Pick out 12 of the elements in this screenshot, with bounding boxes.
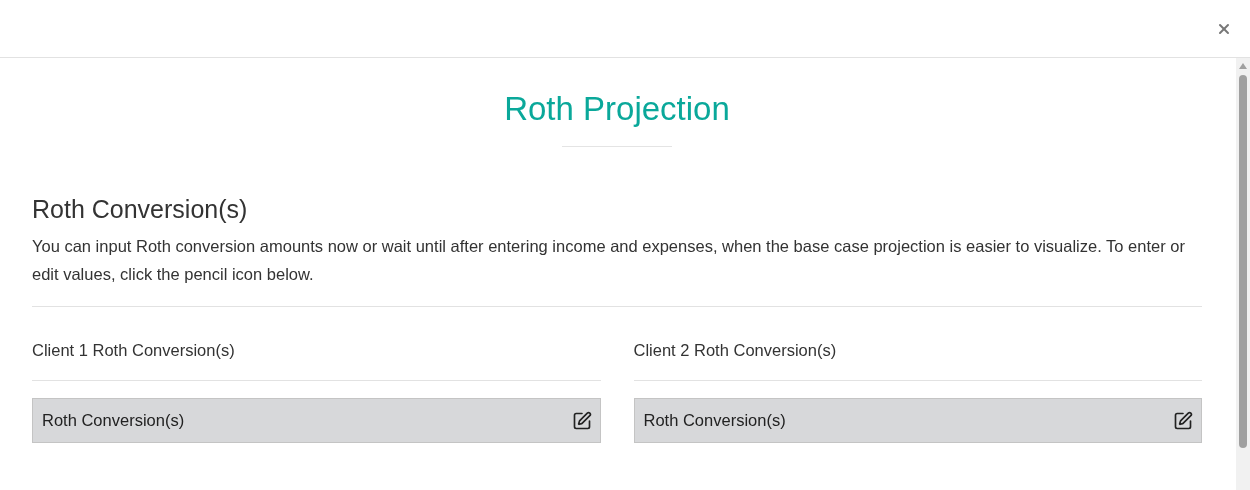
scrollbar[interactable] <box>1236 58 1250 490</box>
row-label: Roth Conversion(s) <box>42 411 185 430</box>
section-heading: Roth Conversion(s) <box>32 195 249 224</box>
client-label: Client 1 Roth Conversion(s) <box>32 341 601 381</box>
edit-button[interactable] <box>1173 410 1193 431</box>
section-description: You can input Roth conversion amounts now or wait until after entering income and expenses, when the base case projection is easier to visualize. To enter or edit values, click the pencil icon below. <box>32 236 1186 285</box>
client-label: Client 2 Roth Conversion(s) <box>633 341 1202 381</box>
row-label: Roth Conversion(s) <box>643 411 786 430</box>
page-title: Roth Projection <box>503 90 731 128</box>
scrollbar-thumb[interactable] <box>1239 75 1247 448</box>
edit-button[interactable] <box>571 410 592 431</box>
scroll-up-icon[interactable] <box>1239 63 1247 69</box>
